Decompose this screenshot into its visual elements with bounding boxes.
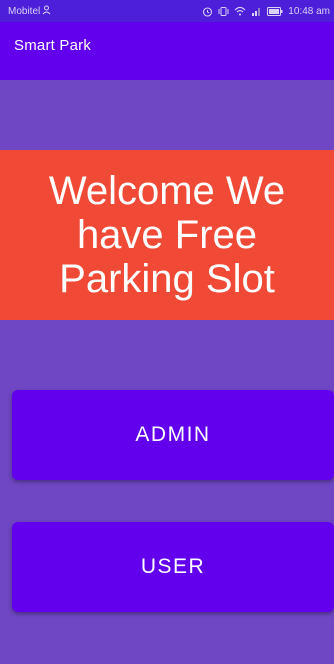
welcome-text: Welcome We have Free Parking Slot (48, 169, 286, 301)
app-title: Smart Park (14, 36, 92, 54)
wifi-icon (234, 6, 246, 16)
status-bar: Mobitel 10:48 am (0, 0, 334, 22)
signal-icon (251, 6, 262, 16)
status-time: 10:48 am (288, 5, 330, 17)
person-icon (42, 5, 51, 18)
status-left: Mobitel (8, 5, 51, 18)
battery-icon (267, 6, 283, 16)
carrier-name: Mobitel (8, 5, 41, 17)
status-right: 10:48 am (202, 6, 330, 17)
app-bar: Smart Park (0, 22, 334, 80)
welcome-banner: Welcome We have Free Parking Slot (0, 150, 334, 320)
vibrate-icon (218, 6, 229, 17)
alarm-icon (202, 6, 213, 17)
admin-button[interactable]: ADMIN (12, 390, 334, 480)
user-button[interactable]: USER (12, 522, 334, 612)
